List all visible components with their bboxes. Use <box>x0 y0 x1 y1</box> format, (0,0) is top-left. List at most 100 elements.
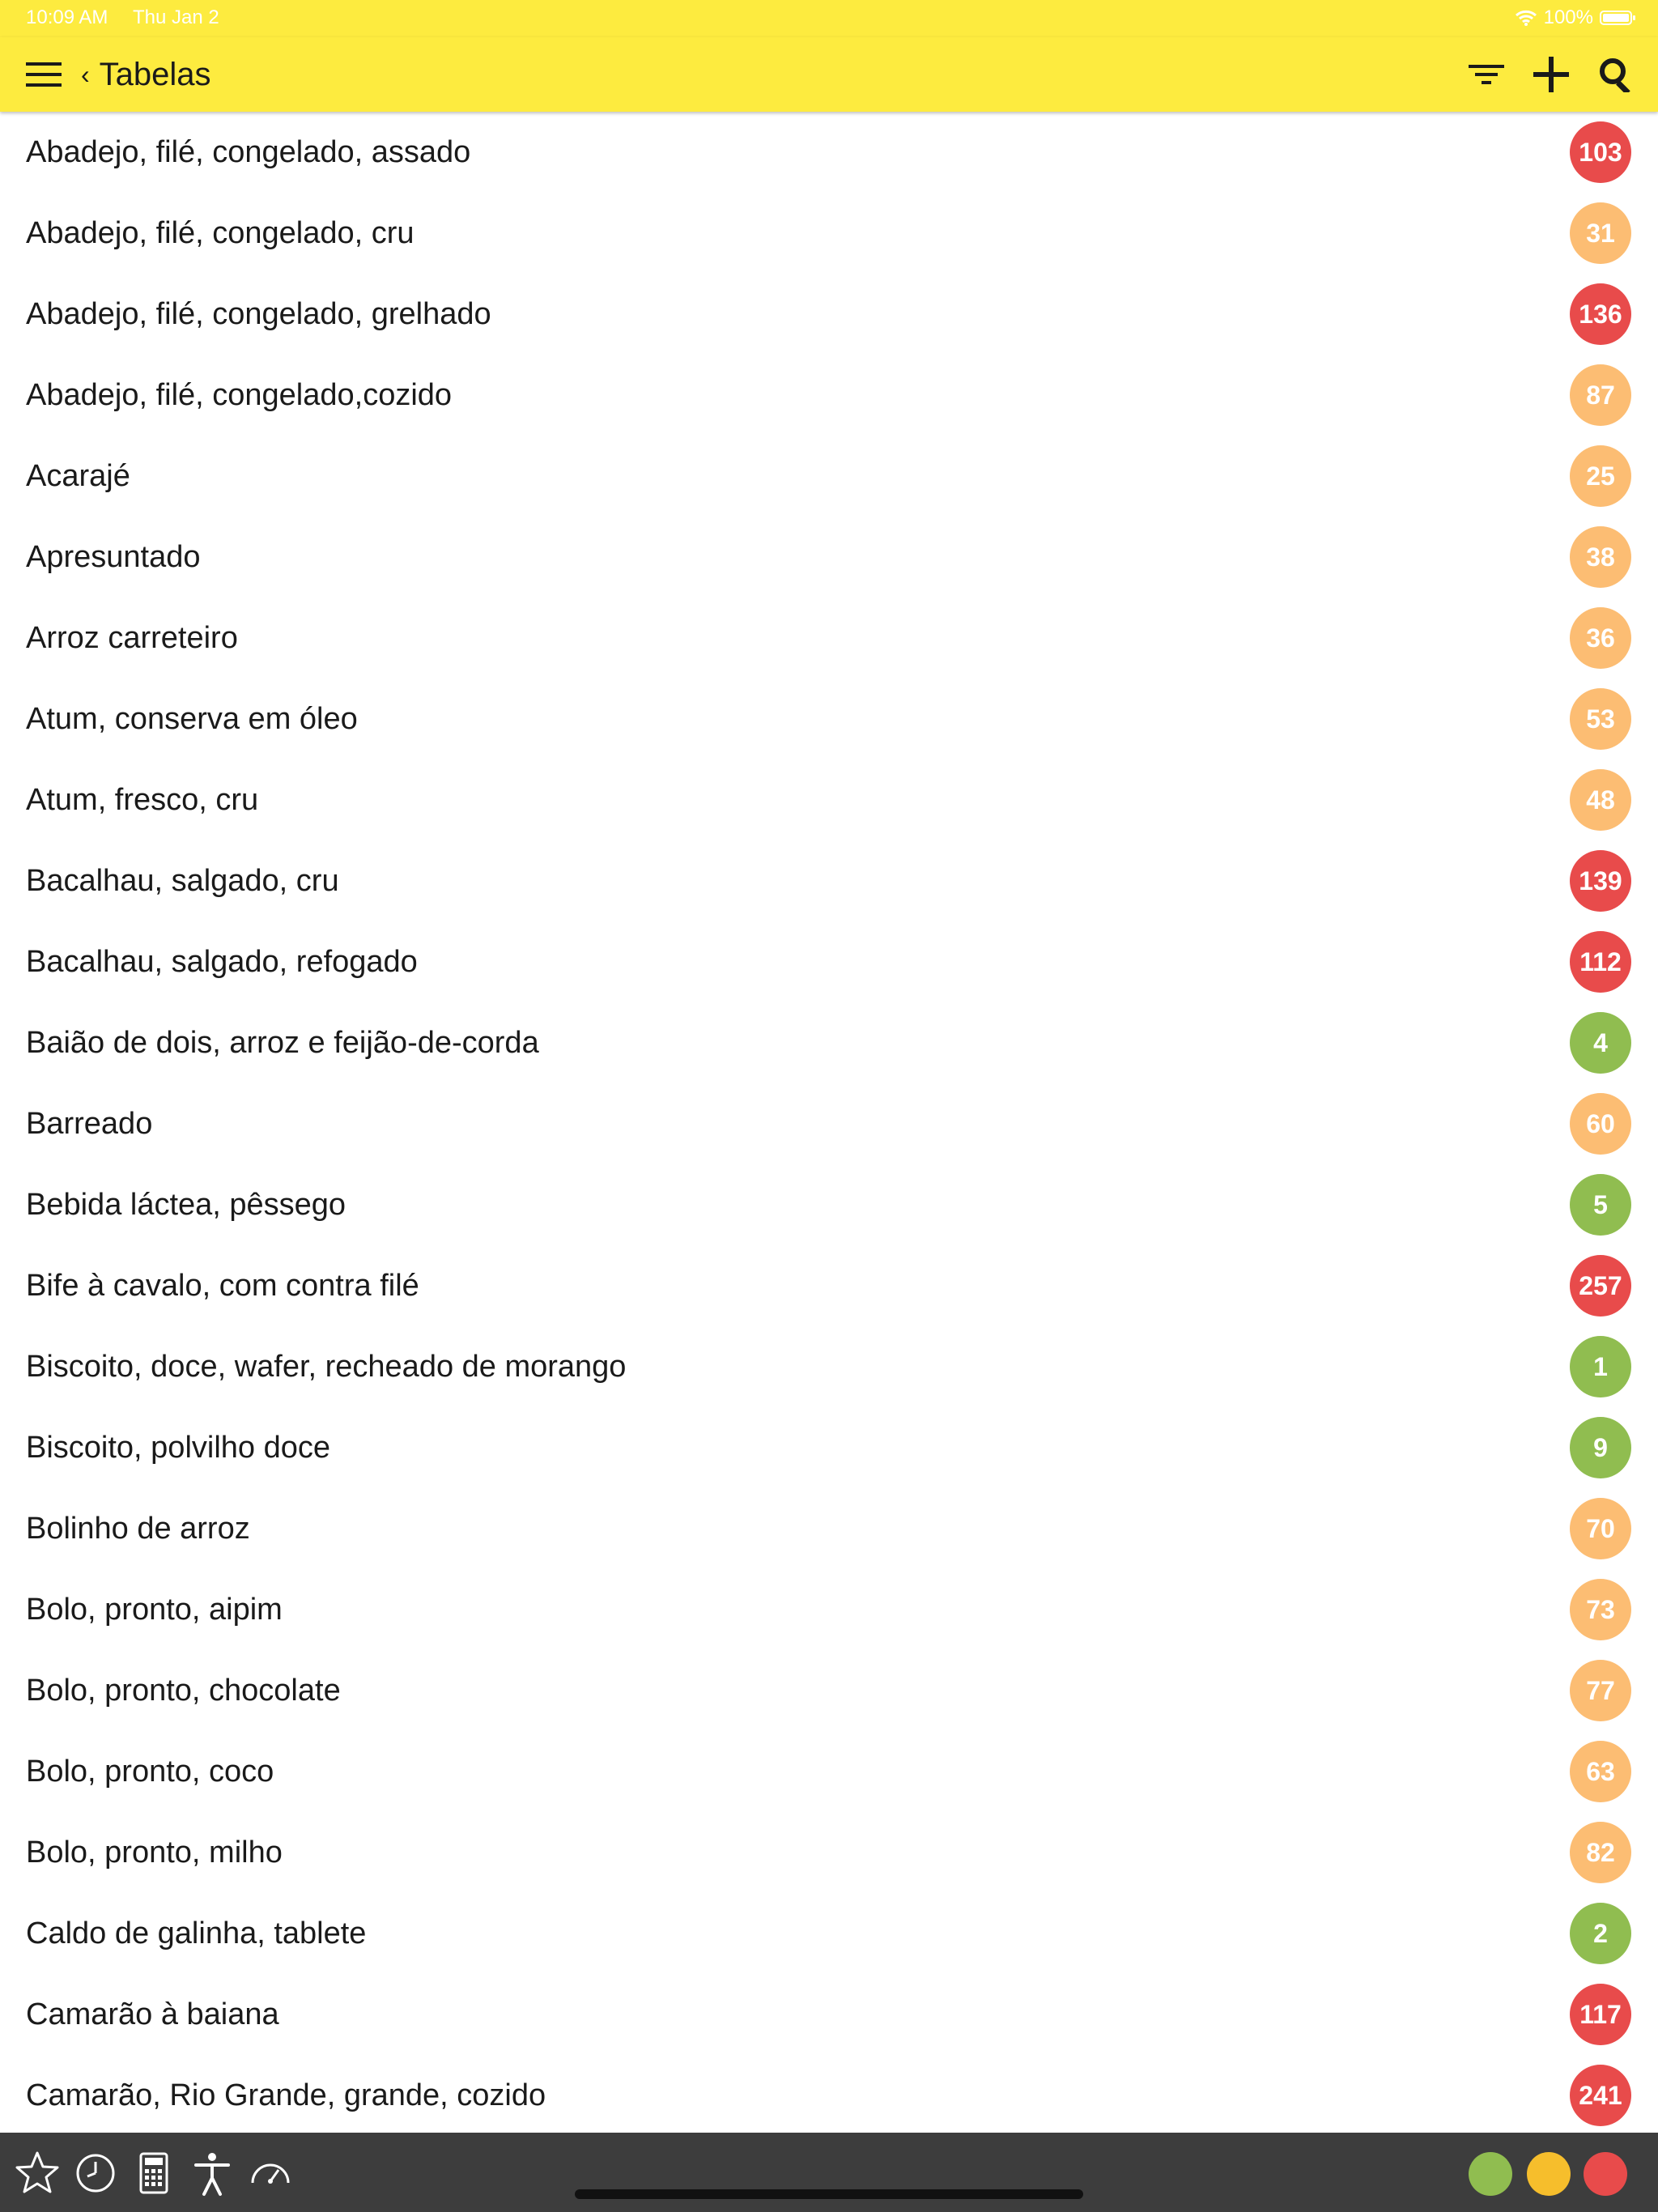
food-name: Atum, conserva em óleo <box>26 702 358 736</box>
history-button[interactable] <box>71 2149 120 2197</box>
list-item[interactable]: Bebida láctea, pêssego 5 <box>0 1164 1658 1245</box>
value-badge: 77 <box>1570 1660 1631 1721</box>
food-name: Bolo, pronto, coco <box>26 1755 274 1789</box>
list-item[interactable]: Abadejo, filé, congelado,cozido 87 <box>0 355 1658 436</box>
value-badge: 25 <box>1570 445 1631 507</box>
value-badge: 9 <box>1570 1417 1631 1478</box>
food-list: Abadejo, filé, congelado, assado 103 Abade… <box>0 112 1658 2133</box>
list-item[interactable]: Bacalhau, salgado, refogado 112 <box>0 921 1658 1002</box>
value-badge: 53 <box>1570 688 1631 750</box>
plus-icon <box>1533 57 1569 92</box>
value-badge: 87 <box>1570 364 1631 426</box>
value-badge: 38 <box>1570 526 1631 588</box>
list-item[interactable]: Caldo de galinha, tablete 2 <box>0 1893 1658 1974</box>
person-icon <box>194 2153 230 2196</box>
list-item[interactable]: Bife à cavalo, com contra filé 257 <box>0 1245 1658 1326</box>
value-badge: 60 <box>1570 1093 1631 1155</box>
status-bar: 10:09 AM Thu Jan 2 100% <box>0 0 1658 37</box>
list-item[interactable]: Acarajé 25 <box>0 436 1658 517</box>
food-name: Abadejo, filé, congelado, cru <box>26 216 414 250</box>
hamburger-icon <box>26 62 62 87</box>
favorites-button[interactable] <box>13 2149 62 2197</box>
value-badge: 139 <box>1570 850 1631 912</box>
list-item[interactable]: Apresuntado 38 <box>0 517 1658 598</box>
food-name: Camarão à baiana <box>26 1997 279 2031</box>
search-icon <box>1600 58 1630 92</box>
food-name: Biscoito, doce, wafer, recheado de moran… <box>26 1350 627 1384</box>
list-item[interactable]: Abadejo, filé, congelado, cru 31 <box>0 193 1658 274</box>
food-name: Bolo, pronto, chocolate <box>26 1674 341 1708</box>
green-level-button[interactable] <box>1469 2152 1512 2196</box>
star-icon <box>15 2151 59 2193</box>
food-name: Caldo de galinha, tablete <box>26 1916 367 1950</box>
list-item[interactable]: Camarão, Rio Grande, grande, cozido 241 <box>0 2055 1658 2133</box>
value-badge: 73 <box>1570 1579 1631 1640</box>
food-name: Bife à cavalo, com contra filé <box>26 1269 419 1303</box>
search-button[interactable] <box>1593 52 1639 97</box>
home-indicator[interactable] <box>575 2189 1083 2199</box>
value-badge: 70 <box>1570 1498 1631 1559</box>
food-name: Biscoito, polvilho doce <box>26 1431 330 1465</box>
clock-icon <box>76 2154 115 2193</box>
food-name: Bacalhau, salgado, refogado <box>26 945 418 979</box>
status-right: 100% <box>1515 6 1635 29</box>
back-button[interactable]: ‹ Tabelas <box>81 52 211 97</box>
status-date: Thu Jan 2 <box>133 6 219 28</box>
filter-icon <box>1469 65 1504 84</box>
list-item[interactable]: Barreado 60 <box>0 1083 1658 1164</box>
food-name: Arroz carreteiro <box>26 621 238 655</box>
list-item[interactable]: Bolo, pronto, chocolate 77 <box>0 1650 1658 1731</box>
battery-icon <box>1600 11 1635 25</box>
food-name: Acarajé <box>26 459 130 493</box>
nav-bar: ‹ Tabelas <box>0 37 1658 112</box>
food-name: Abadejo, filé, congelado, assado <box>26 135 471 169</box>
add-button[interactable] <box>1528 50 1574 99</box>
list-item[interactable]: Baião de dois, arroz e feijão-de-corda 4 <box>0 1002 1658 1083</box>
body-button[interactable] <box>188 2149 236 2197</box>
food-name: Apresuntado <box>26 540 201 574</box>
list-item[interactable]: Bolo, pronto, aipim 73 <box>0 1569 1658 1650</box>
food-name: Bolo, pronto, milho <box>26 1836 283 1870</box>
back-label: Tabelas <box>99 56 211 92</box>
value-badge: 63 <box>1570 1741 1631 1802</box>
orange-level-button[interactable] <box>1527 2152 1571 2196</box>
red-level-button[interactable] <box>1584 2152 1627 2196</box>
calculator-icon <box>139 2152 168 2194</box>
list-item[interactable]: Arroz carreteiro 36 <box>0 598 1658 678</box>
food-name: Atum, fresco, cru <box>26 783 259 817</box>
list-item[interactable]: Bolo, pronto, coco 63 <box>0 1731 1658 1812</box>
calculator-button[interactable] <box>130 2149 178 2197</box>
value-badge: 241 <box>1570 2065 1631 2126</box>
value-badge: 103 <box>1570 121 1631 183</box>
list-item[interactable]: Bolinho de arroz 70 <box>0 1488 1658 1569</box>
value-badge: 48 <box>1570 769 1631 831</box>
filter-button[interactable] <box>1464 53 1509 96</box>
value-badge: 1 <box>1570 1336 1631 1397</box>
list-item[interactable]: Bacalhau, salgado, cru 139 <box>0 840 1658 921</box>
food-name: Abadejo, filé, congelado,cozido <box>26 378 453 412</box>
list-item[interactable]: Camarão à baiana 117 <box>0 1974 1658 2055</box>
list-item[interactable]: Bolo, pronto, milho 82 <box>0 1812 1658 1893</box>
battery-percent: 100% <box>1543 6 1593 28</box>
list-item[interactable]: Abadejo, filé, congelado, grelhado 136 <box>0 274 1658 355</box>
list-item[interactable]: Atum, fresco, cru 48 <box>0 759 1658 840</box>
list-item[interactable]: Abadejo, filé, congelado, assado 103 <box>0 112 1658 193</box>
value-badge: 4 <box>1570 1012 1631 1074</box>
chevron-left-icon: ‹ <box>81 59 90 89</box>
food-name: Baião de dois, arroz e feijão-de-corda <box>26 1026 539 1060</box>
list-item[interactable]: Biscoito, polvilho doce 9 <box>0 1407 1658 1488</box>
value-badge: 112 <box>1570 931 1631 993</box>
value-badge: 136 <box>1570 283 1631 345</box>
gauge-icon <box>251 2163 290 2184</box>
gauge-button[interactable] <box>246 2149 295 2197</box>
value-badge: 2 <box>1570 1903 1631 1964</box>
value-badge: 5 <box>1570 1174 1631 1236</box>
food-name: Abadejo, filé, congelado, grelhado <box>26 297 491 331</box>
food-name: Bolinho de arroz <box>26 1512 250 1546</box>
list-item[interactable]: Atum, conserva em óleo 53 <box>0 678 1658 759</box>
value-badge: 36 <box>1570 607 1631 669</box>
list-item[interactable]: Biscoito, doce, wafer, recheado de moran… <box>0 1326 1658 1407</box>
menu-button[interactable] <box>23 53 65 96</box>
food-name: Bolo, pronto, aipim <box>26 1593 283 1627</box>
food-name: Barreado <box>26 1107 153 1141</box>
